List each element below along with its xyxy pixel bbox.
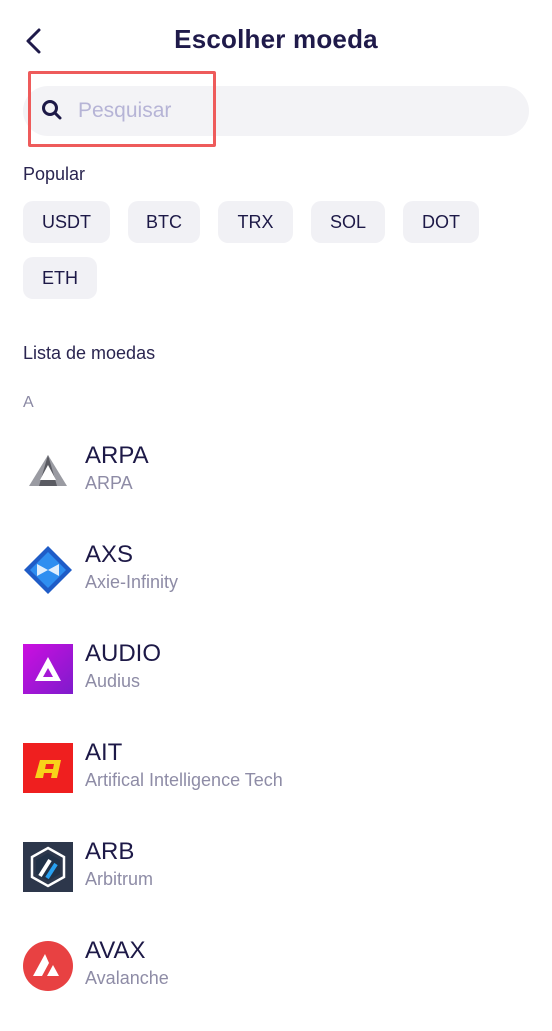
chip-dot[interactable]: DOT [403,201,479,243]
chip-trx[interactable]: TRX [218,201,293,243]
coin-item-arb[interactable]: ARB Arbitrum [0,838,552,932]
search-input[interactable] [76,94,500,128]
coin-item-axs[interactable]: AXS Axie-Infinity [0,541,552,635]
avalanche-logo-icon [23,941,73,991]
chip-eth[interactable]: ETH [23,257,97,299]
chip-usdt[interactable]: USDT [23,201,110,243]
coin-name: Avalanche [85,968,169,988]
coin-item-arpa[interactable]: ARPA ARPA [0,442,552,536]
search-icon [42,100,62,120]
coin-name: Axie-Infinity [85,572,179,592]
header: Escolher moeda [0,0,552,86]
arpa-logo-icon [29,455,67,486]
page-title: Escolher moeda [174,24,378,54]
coin-name: ARPA [85,473,133,493]
coin-name: Arbitrum [85,869,154,889]
chip-sol[interactable]: SOL [311,201,385,243]
coin-list-label: Lista de moedas [23,343,156,363]
coin-name: Artifical Intelligence Tech [85,770,283,790]
coin-item-avax[interactable]: AVAX Avalanche [0,937,552,1031]
chip-btc[interactable]: BTC [128,201,200,243]
coin-name: Audius [85,671,141,691]
coin-symbol: AIT [85,739,123,766]
ait-logo-icon [23,743,73,793]
coin-symbol: AUDIO [85,640,162,667]
audius-logo-icon [23,644,73,694]
axs-logo-icon [24,546,72,594]
coin-item-ait[interactable]: AIT Artifical Intelligence Tech [0,739,552,833]
group-letter: A [23,394,34,411]
coin-symbol: AXS [85,541,134,568]
coin-symbol: ARPA [85,442,149,469]
popular-label: Popular [23,164,86,184]
coin-symbol: AVAX [85,937,146,964]
coin-symbol: ARB [85,838,135,865]
coin-item-audio[interactable]: AUDIO Audius [0,640,552,734]
arbitrum-logo-icon [23,842,73,892]
